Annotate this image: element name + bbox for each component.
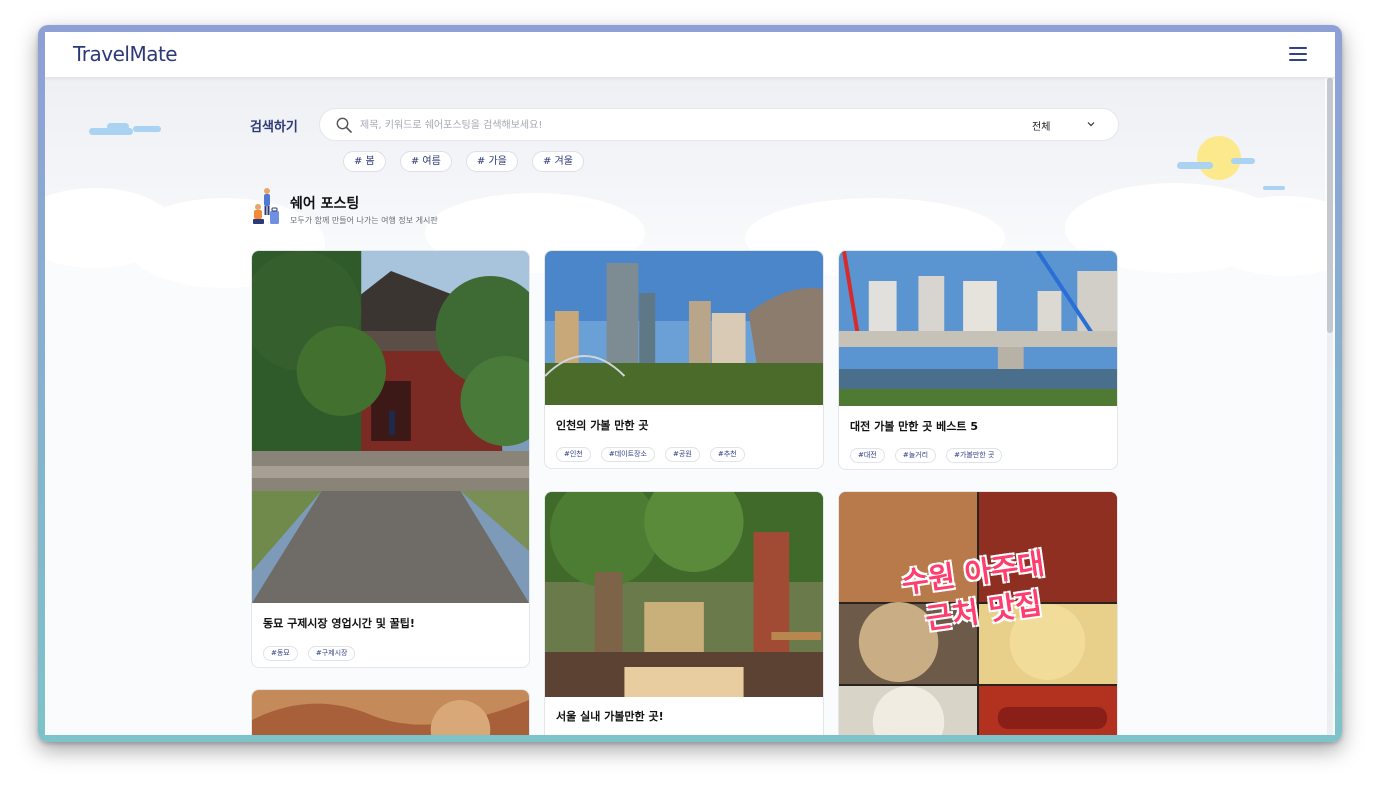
post-tag[interactable]: #인천 bbox=[556, 447, 591, 462]
post-title[interactable]: 서울 실내 가볼만한 곳! bbox=[556, 708, 664, 724]
post-thumbnail bbox=[252, 690, 529, 735]
post-title[interactable]: 동묘 구제시장 영업시간 및 꿀팁! bbox=[263, 615, 415, 631]
chevron-down-icon bbox=[1087, 122, 1095, 127]
season-tag-list: # 봄 # 여름 # 가을 # 겨울 bbox=[343, 149, 593, 172]
post-tag-list: #인천 #데이트장소 #공원 #추천 bbox=[556, 441, 750, 462]
post-tag[interactable]: #데이트장소 bbox=[600, 447, 655, 462]
post-thumbnail bbox=[545, 492, 823, 697]
small-cloud-icon bbox=[1177, 162, 1213, 169]
post-tag[interactable]: #대전 bbox=[850, 448, 885, 463]
season-tag-winter[interactable]: # 겨울 bbox=[531, 151, 584, 172]
post-thumbnail bbox=[839, 251, 1117, 406]
hamburger-menu-icon[interactable] bbox=[1289, 47, 1307, 61]
season-tag-summer[interactable]: # 여름 bbox=[399, 151, 452, 172]
small-cloud-icon bbox=[1263, 186, 1285, 190]
travelers-illustration-icon bbox=[253, 188, 279, 224]
season-tag-autumn[interactable]: # 가을 bbox=[465, 151, 518, 172]
post-tag[interactable]: #공원 bbox=[665, 447, 700, 462]
browser-window: TravelMate 검색하기 전체 # 봄 # 여름 # 가을 # 겨울 bbox=[38, 25, 1342, 742]
post-tag[interactable]: #추천 bbox=[709, 447, 745, 462]
section-title: 쉐어 포스팅 bbox=[290, 196, 360, 212]
post-thumbnail bbox=[545, 251, 823, 405]
page-viewport: TravelMate 검색하기 전체 # 봄 # 여름 # 가을 # 겨울 bbox=[45, 32, 1335, 735]
post-tag-list: #대전 #놀거리 #가볼만한 곳 bbox=[850, 442, 1007, 463]
search-icon[interactable] bbox=[336, 117, 352, 133]
hero-cloud-background bbox=[45, 78, 1335, 288]
app-logo[interactable]: TravelMate bbox=[73, 42, 178, 66]
post-tag[interactable]: #놀거리 bbox=[894, 448, 937, 463]
post-card[interactable]: 인천의 가볼 만한 곳 #인천 #데이트장소 #공원 #추천 bbox=[544, 250, 824, 469]
search-input[interactable] bbox=[360, 116, 1000, 134]
post-tag[interactable]: #구제시장 bbox=[307, 646, 356, 661]
scrollbar-thumb[interactable] bbox=[1327, 78, 1333, 333]
post-card[interactable]: 서울 실내 가볼만한 곳! bbox=[544, 491, 824, 735]
post-card[interactable] bbox=[251, 689, 530, 735]
season-tag-spring[interactable]: # 봄 bbox=[343, 151, 386, 172]
post-title[interactable]: 대전 가볼 만한 곳 베스트 5 bbox=[850, 418, 978, 434]
category-filter-select[interactable]: 전체 bbox=[1020, 117, 1110, 133]
section-subtitle: 모두가 함께 만들어 나가는 여행 정보 게시판 bbox=[290, 216, 438, 225]
post-tag[interactable]: #동묘 bbox=[263, 646, 298, 661]
small-cloud-icon bbox=[133, 126, 161, 132]
post-thumbnail bbox=[252, 251, 529, 603]
post-tag[interactable]: #가볼만한 곳 bbox=[946, 448, 1003, 463]
post-title[interactable]: 인천의 가볼 만한 곳 bbox=[556, 417, 648, 433]
search-label: 검색하기 bbox=[250, 120, 298, 135]
top-navbar: TravelMate bbox=[45, 32, 1335, 78]
search-bar: 전체 bbox=[319, 108, 1119, 141]
small-cloud-icon bbox=[1231, 158, 1255, 164]
post-card[interactable]: 대전 가볼 만한 곳 베스트 5 #대전 #놀거리 #가볼만한 곳 bbox=[838, 250, 1118, 470]
post-card[interactable]: 수원 아주대 근처 맛집 bbox=[838, 491, 1118, 735]
filter-value: 전체 bbox=[1032, 122, 1051, 133]
small-cloud-icon bbox=[107, 123, 129, 130]
post-tag-list: #동묘 #구제시장 bbox=[263, 640, 360, 661]
page-scrollbar[interactable] bbox=[1327, 78, 1333, 735]
post-card[interactable]: 동묘 구제시장 영업시간 및 꿀팁! #동묘 #구제시장 bbox=[251, 250, 530, 668]
